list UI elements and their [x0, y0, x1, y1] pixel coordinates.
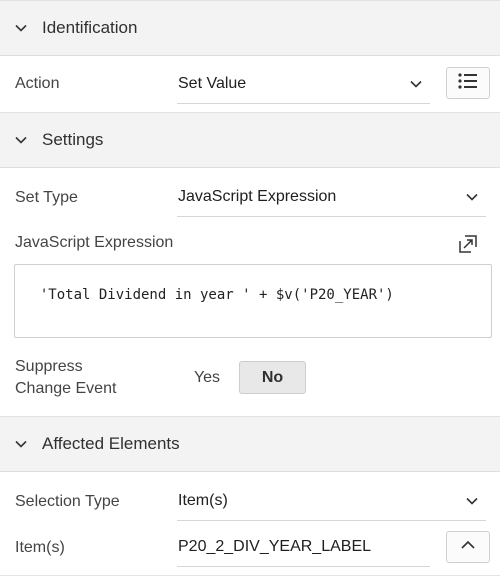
- js-expression-label: JavaScript Expression: [15, 234, 174, 251]
- bottom-divider: [0, 575, 500, 576]
- resize-grip-icon[interactable]: [479, 325, 489, 335]
- js-expression-value: 'Total Dividend in year ' + $v('P20_YEAR…: [39, 287, 394, 303]
- action-label: Action: [15, 75, 60, 92]
- selection-type-select[interactable]: Item(s): [177, 481, 486, 521]
- suppress-yes-option[interactable]: Yes: [184, 362, 230, 394]
- section-settings-header[interactable]: Settings: [0, 112, 500, 168]
- chevron-down-icon: [0, 416, 42, 472]
- section-title: Settings: [42, 130, 104, 149]
- set-type-select-value: JavaScript Expression: [178, 187, 337, 205]
- chevron-down-icon: [462, 491, 482, 511]
- section-title: Affected Elements: [42, 434, 180, 453]
- expand-editor-icon[interactable]: [456, 232, 480, 256]
- chevron-down-icon: [462, 187, 482, 207]
- list-icon: [458, 72, 478, 94]
- list-values-button[interactable]: [446, 67, 490, 99]
- items-label: Item(s): [15, 539, 65, 556]
- suppress-label-line1: Suppress: [15, 358, 83, 375]
- section-affected-elements-header[interactable]: Affected Elements: [0, 416, 500, 472]
- suppress-label-line2: Change Event: [15, 380, 117, 397]
- selection-type-label: Selection Type: [15, 493, 120, 510]
- items-input-value: P20_2_DIV_YEAR_LABEL: [178, 537, 372, 555]
- section-identification-header[interactable]: Identification: [0, 0, 500, 56]
- js-expression-textarea[interactable]: 'Total Dividend in year ' + $v('P20_YEAR…: [14, 264, 492, 338]
- selection-type-select-value: Item(s): [178, 491, 228, 509]
- suppress-no-option[interactable]: No: [239, 361, 306, 394]
- chevron-down-icon: [0, 112, 42, 168]
- items-input[interactable]: P20_2_DIV_YEAR_LABEL: [177, 527, 430, 567]
- section-title: Identification: [42, 18, 138, 37]
- action-select-value: Set Value: [178, 74, 247, 92]
- chevron-down-icon: [406, 74, 426, 94]
- chevron-up-icon: [460, 538, 476, 556]
- action-select[interactable]: Set Value: [177, 64, 430, 104]
- chevron-down-icon: [0, 0, 42, 56]
- set-type-label: Set Type: [15, 189, 78, 206]
- set-type-select[interactable]: JavaScript Expression: [177, 177, 486, 217]
- items-popup-button[interactable]: [446, 531, 490, 563]
